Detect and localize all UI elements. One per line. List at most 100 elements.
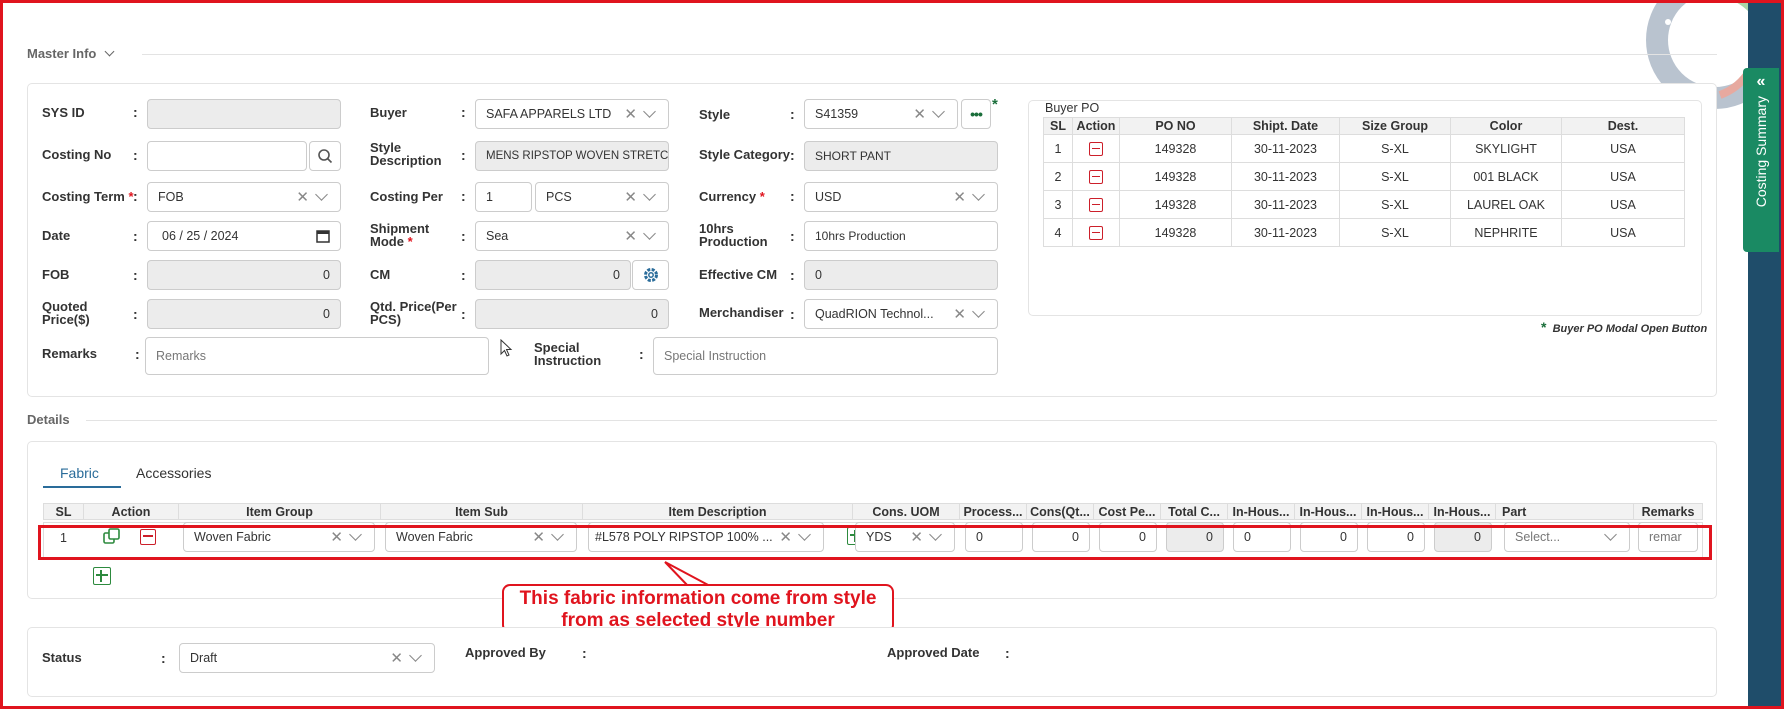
colon: : bbox=[135, 346, 140, 362]
po-sl: 3 bbox=[1043, 190, 1073, 219]
colon: : bbox=[461, 228, 466, 244]
colon: : bbox=[461, 104, 466, 120]
search-button[interactable] bbox=[309, 141, 341, 171]
production-input[interactable]: 10hrs Production bbox=[804, 221, 998, 251]
date-label: Date bbox=[42, 228, 71, 243]
special-instruction-textarea[interactable]: Special Instruction bbox=[653, 337, 998, 375]
po-dest: USA bbox=[1561, 162, 1685, 191]
po-no: 149328 bbox=[1119, 162, 1232, 191]
buyer-label: Buyer bbox=[370, 105, 407, 120]
remove-icon[interactable] bbox=[1089, 141, 1103, 156]
po-dest: USA bbox=[1561, 218, 1685, 247]
colon: : bbox=[461, 306, 466, 322]
colon: : bbox=[461, 188, 466, 204]
sys-id-label: SYS ID bbox=[42, 105, 85, 120]
costing-per-unit-select[interactable]: PCS ✕ bbox=[535, 182, 669, 212]
merchandiser-select[interactable]: QuadRION Technol... ✕ bbox=[804, 299, 998, 329]
clear-icon[interactable]: ✕ bbox=[390, 649, 403, 667]
chevron-down-icon bbox=[409, 649, 422, 662]
colon: : bbox=[133, 147, 138, 163]
shipment-mode-select[interactable]: Sea ✕ bbox=[475, 221, 669, 251]
clear-icon[interactable]: ✕ bbox=[296, 188, 309, 206]
colon: : bbox=[639, 346, 644, 362]
col-header: Cost Pe... bbox=[1093, 503, 1161, 520]
style-select[interactable]: S41359 ✕ bbox=[804, 99, 958, 129]
special-instruction-label: Special Instruction bbox=[534, 340, 602, 368]
po-date: 30-11-2023 bbox=[1231, 134, 1340, 163]
clear-icon[interactable]: ✕ bbox=[624, 188, 637, 206]
double-chevron-left-icon: « bbox=[1756, 73, 1766, 90]
col-header: Action bbox=[83, 503, 179, 520]
colon: : bbox=[133, 228, 138, 244]
po-dest: USA bbox=[1561, 190, 1685, 219]
qtd-price-field[interactable]: 0 bbox=[475, 299, 669, 329]
costing-term-select[interactable]: FOB ✕ bbox=[147, 182, 341, 212]
cm-settings-button[interactable] bbox=[632, 260, 669, 290]
cm-field[interactable]: 0 bbox=[475, 260, 631, 290]
cm-label: CM bbox=[370, 267, 391, 282]
table-row: 2 149328 30-11-2023 S-XL 001 BLACK USA bbox=[1043, 162, 1685, 191]
chevron-down-icon bbox=[315, 188, 328, 201]
fob-field[interactable]: 0 bbox=[147, 260, 341, 290]
merchandiser-label: Merchandiser bbox=[699, 305, 784, 320]
col-header: SL bbox=[43, 503, 84, 520]
approved-date-label: Approved Date bbox=[887, 645, 980, 660]
po-action bbox=[1072, 162, 1120, 191]
po-no: 149328 bbox=[1119, 218, 1232, 247]
colon: : bbox=[790, 188, 795, 204]
remove-icon[interactable] bbox=[1089, 169, 1103, 184]
po-header: Color bbox=[1450, 117, 1562, 135]
quoted-price-label: Quoted Price($) bbox=[42, 299, 90, 327]
style-more-button[interactable]: ••• bbox=[961, 99, 991, 129]
colon: : bbox=[161, 650, 166, 666]
clear-icon[interactable]: ✕ bbox=[624, 227, 637, 245]
shipment-mode-label: Shipment Mode * bbox=[370, 221, 430, 249]
clear-icon[interactable]: ✕ bbox=[953, 305, 966, 323]
buyer-select[interactable]: SAFA APPARELS LTD ✕ bbox=[475, 99, 669, 129]
remove-icon[interactable] bbox=[1089, 197, 1103, 212]
col-header: In-Hous... bbox=[1294, 503, 1362, 520]
style-category-field[interactable]: SHORT PANT bbox=[804, 141, 998, 171]
style-description-field[interactable]: MENS RIPSTOP WOVEN STRETC bbox=[475, 141, 669, 171]
quoted-price-field[interactable]: 0 bbox=[147, 299, 341, 329]
col-header: Process... bbox=[959, 503, 1027, 520]
style-category-label: Style Category bbox=[699, 147, 791, 162]
tab-accessories[interactable]: Accessories bbox=[136, 465, 211, 481]
qtd-price-label: Qtd. Price(Per PCS) bbox=[370, 299, 457, 327]
clear-icon[interactable]: ✕ bbox=[913, 105, 926, 123]
clear-icon[interactable]: ✕ bbox=[624, 105, 637, 123]
remove-icon[interactable] bbox=[1089, 225, 1103, 240]
remarks-textarea[interactable]: Remarks bbox=[145, 337, 489, 375]
po-dest: USA bbox=[1561, 134, 1685, 163]
colon: : bbox=[133, 306, 138, 322]
po-size: S-XL bbox=[1339, 162, 1451, 191]
fabric-table-header: SL Action Item Group Item Sub Item Descr… bbox=[43, 503, 1703, 520]
costing-no-input[interactable] bbox=[147, 141, 307, 171]
chevron-down-icon bbox=[972, 305, 985, 318]
calendar-icon[interactable] bbox=[316, 229, 330, 243]
po-header: SL bbox=[1043, 117, 1073, 135]
col-header: Total C... bbox=[1160, 503, 1228, 520]
costing-summary-label: Costing Summary bbox=[1753, 96, 1769, 208]
po-action bbox=[1072, 134, 1120, 163]
col-header: Part bbox=[1495, 503, 1634, 520]
colon: : bbox=[461, 147, 466, 163]
colon: : bbox=[790, 267, 795, 283]
costing-summary-tab[interactable]: « Costing Summary bbox=[1743, 68, 1779, 252]
add-row-icon[interactable] bbox=[93, 567, 112, 585]
col-header: In-Hous... bbox=[1428, 503, 1496, 520]
tab-fabric[interactable]: Fabric bbox=[60, 465, 99, 481]
sys-id-field[interactable] bbox=[147, 99, 341, 129]
colon: : bbox=[790, 306, 795, 322]
clear-icon[interactable]: ✕ bbox=[953, 188, 966, 206]
effective-cm-field[interactable]: 0 bbox=[804, 260, 998, 290]
costing-per-qty-input[interactable]: 1 bbox=[475, 182, 532, 212]
table-row: 4 149328 30-11-2023 S-XL NEPHRITE USA bbox=[1043, 218, 1685, 247]
date-input[interactable]: 06 / 25 / 2024 bbox=[147, 221, 341, 251]
po-action bbox=[1072, 190, 1120, 219]
currency-select[interactable]: USD ✕ bbox=[804, 182, 998, 212]
status-select[interactable]: Draft ✕ bbox=[179, 643, 435, 673]
po-date: 30-11-2023 bbox=[1231, 218, 1340, 247]
remarks-label: Remarks bbox=[42, 346, 97, 361]
master-info-title[interactable]: Master Info bbox=[27, 46, 115, 61]
